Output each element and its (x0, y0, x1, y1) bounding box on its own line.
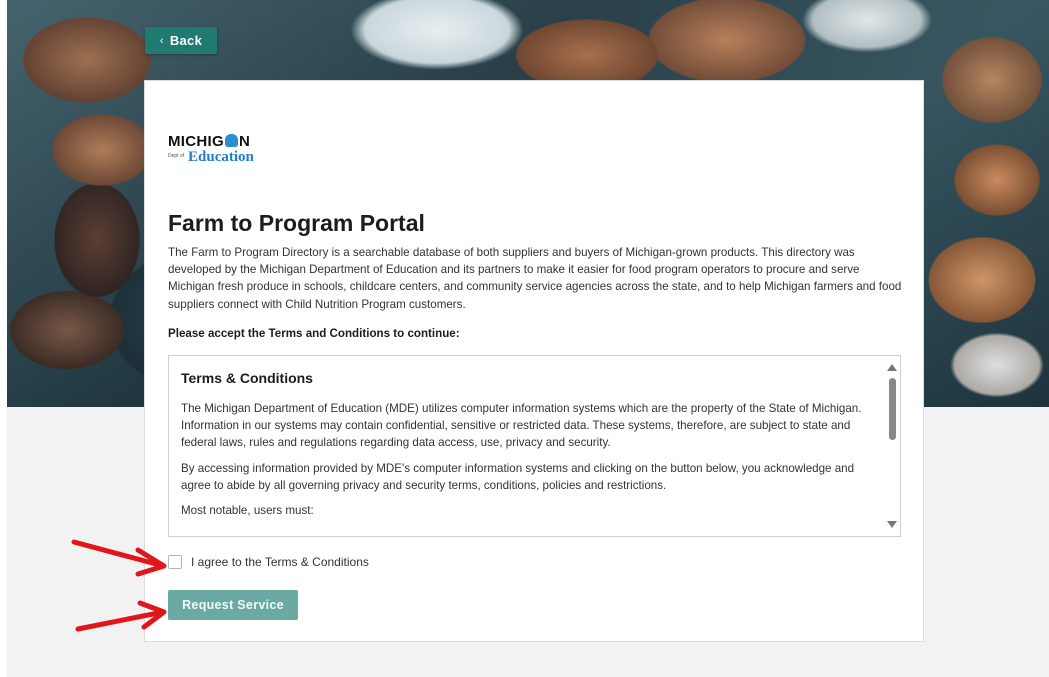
annotation-arrow-button-icon (75, 600, 167, 632)
terms-title: Terms & Conditions (181, 370, 313, 386)
scrollbar-thumb[interactable] (889, 378, 896, 440)
scroll-up-arrow-icon[interactable] (887, 364, 897, 371)
chevron-left-icon: ‹ (159, 34, 164, 47)
agree-terms-row[interactable]: I agree to the Terms & Conditions (168, 555, 369, 569)
page-title: Farm to Program Portal (168, 210, 425, 236)
back-button[interactable]: ‹ Back (145, 27, 217, 54)
terms-paragraph: The Michigan Department of Education (MD… (181, 402, 862, 450)
portal-card: MICHIG N Dept of Education Farm to Progra… (144, 80, 924, 642)
agree-terms-label[interactable]: I agree to the Terms & Conditions (191, 555, 369, 569)
logo-department-text: Dept of (168, 153, 185, 159)
terms-scrollbar[interactable] (884, 356, 900, 536)
terms-paragraph: Most notable, users must: (181, 504, 314, 518)
logo-education-text: Education (188, 149, 254, 165)
accept-terms-prompt: Please accept the Terms and Conditions t… (168, 327, 460, 340)
terms-content: Terms & Conditions The Michigan Departme… (181, 370, 871, 527)
portal-description: The Farm to Program Directory is a searc… (168, 246, 902, 311)
annotation-arrow-checkbox-icon (71, 539, 167, 577)
terms-paragraph: By accessing information provided by MDE… (181, 461, 855, 492)
michigan-education-logo: MICHIG N Dept of Education (168, 133, 268, 169)
terms-scroll-box[interactable]: Terms & Conditions The Michigan Departme… (168, 355, 901, 537)
request-service-button[interactable]: Request Service (168, 590, 298, 620)
back-button-label: Back (169, 33, 203, 48)
scroll-down-arrow-icon[interactable] (887, 521, 897, 528)
logo-michigan-text: MICHIG N (168, 133, 251, 150)
michigan-mitten-icon (224, 134, 238, 147)
